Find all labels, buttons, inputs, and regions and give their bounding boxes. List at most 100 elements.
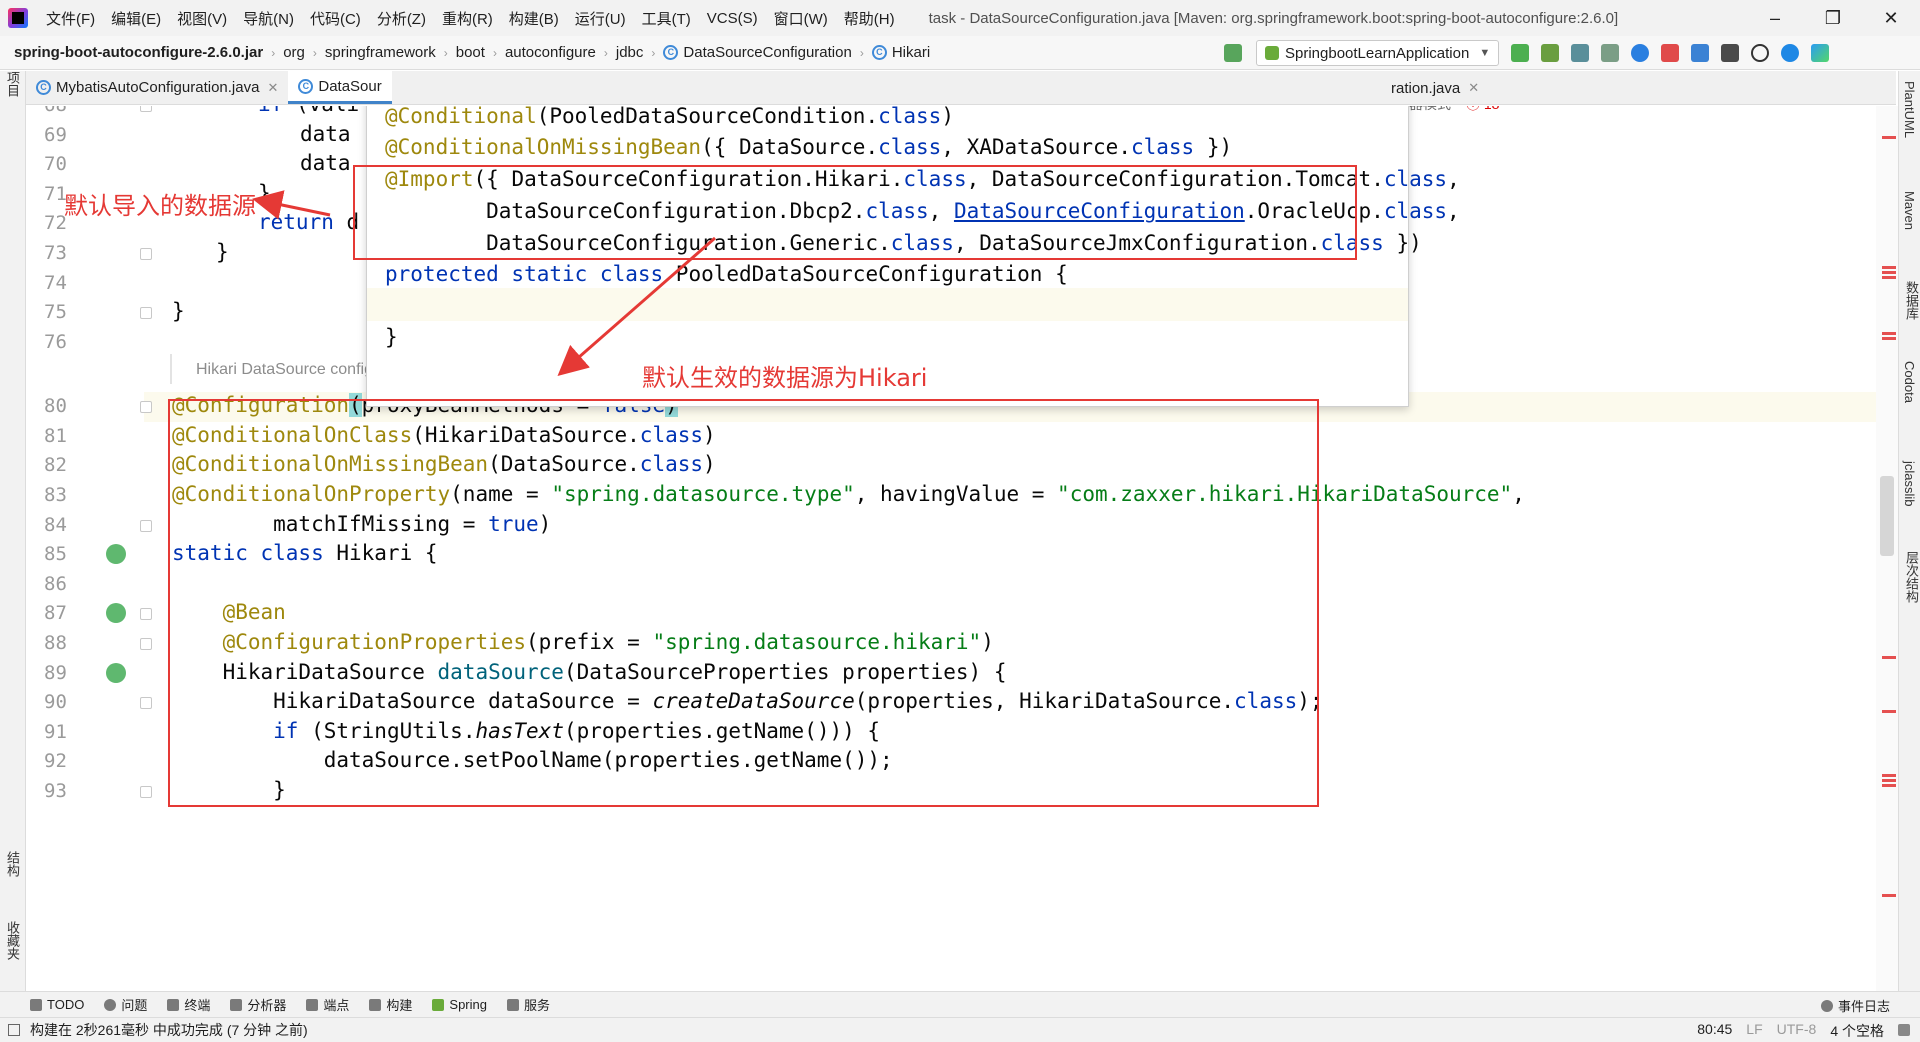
minimize-button[interactable]: – (1746, 0, 1804, 36)
hierarchy-tool-button[interactable]: 层次结构 (1902, 551, 1920, 603)
fold-marker[interactable] (140, 248, 152, 260)
error-stripe[interactable] (1882, 332, 1896, 335)
menu-analyze[interactable]: 分析(Z) (369, 8, 434, 29)
rerun-icon[interactable] (1511, 44, 1530, 62)
caret-position[interactable]: 80:45 (1697, 1021, 1732, 1041)
line-separator[interactable]: LF (1746, 1021, 1762, 1041)
event-log-button[interactable]: 事件日志 (1820, 996, 1890, 1015)
close-button[interactable]: ✕ (1862, 0, 1920, 36)
line-number: 73 (44, 242, 67, 264)
bean-gutter-icon[interactable] (106, 603, 126, 623)
fold-marker[interactable] (140, 608, 152, 620)
menu-tools[interactable]: 工具(T) (634, 8, 699, 29)
bean-gutter-icon[interactable] (106, 663, 126, 683)
error-stripe[interactable] (1882, 276, 1896, 279)
bean-gutter-icon[interactable] (106, 544, 126, 564)
fold-marker[interactable] (140, 520, 152, 532)
problems-indicator[interactable]: ⓘ 18 (1466, 106, 1499, 114)
menu-file[interactable]: 文件(F) (38, 8, 103, 29)
menu-vcs[interactable]: VCS(S) (699, 10, 766, 27)
error-stripe[interactable] (1882, 774, 1896, 777)
debug-icon[interactable] (1541, 44, 1560, 62)
breadcrumb-jar[interactable]: spring-boot-autoconfigure-2.6.0.jar (14, 44, 263, 61)
run-configuration-select[interactable]: SpringbootLearnApplication ▼ (1256, 40, 1500, 66)
stop-icon[interactable] (1661, 44, 1680, 62)
scroll-thumb[interactable] (1880, 476, 1894, 556)
fold-marker[interactable] (140, 638, 152, 650)
coverage-icon[interactable] (1571, 44, 1590, 62)
menu-window[interactable]: 窗口(W) (766, 8, 836, 29)
maximize-button[interactable]: ❐ (1804, 0, 1862, 36)
codota-tool-button[interactable]: Codota (1902, 361, 1917, 403)
services-tool-button[interactable]: 服务 (506, 995, 550, 1014)
error-stripe[interactable] (1882, 894, 1896, 897)
lock-icon[interactable] (1898, 1024, 1910, 1036)
menu-build[interactable]: 构建(B) (501, 8, 567, 29)
indent-setting[interactable]: 4 个空格 (1830, 1021, 1884, 1041)
breadcrumb-boot[interactable]: boot (456, 44, 485, 61)
terminal-tool-button[interactable]: 终端 (167, 995, 210, 1014)
error-stripe[interactable] (1882, 271, 1896, 274)
tab-partial[interactable]: ration.java ✕ (1381, 71, 1489, 105)
menu-navigate[interactable]: 导航(N) (235, 8, 302, 29)
code-line-68: if (vali (258, 106, 359, 116)
search-icon[interactable] (1751, 44, 1770, 62)
endpoints-tool-button[interactable]: 端点 (306, 995, 349, 1014)
error-stripe[interactable] (1882, 779, 1896, 782)
breadcrumb-jdbc[interactable]: jdbc (616, 44, 644, 61)
fold-marker[interactable] (140, 401, 152, 413)
breadcrumb-springframework[interactable]: springframework (325, 44, 436, 61)
error-stripe[interactable] (1882, 710, 1896, 713)
jetbrains-icon[interactable] (1811, 44, 1830, 62)
fold-marker[interactable] (140, 697, 152, 709)
chevron-up-icon[interactable]: ⌃ (1508, 106, 1520, 109)
database-tool-button[interactable]: 数据库 (1902, 281, 1920, 320)
tab-datasource-configuration[interactable]: C DataSour (288, 71, 392, 104)
menu-refactor[interactable]: 重构(R) (434, 8, 501, 29)
profile-icon[interactable] (1601, 44, 1620, 62)
menu-help[interactable]: 帮助(H) (836, 8, 903, 29)
menu-run[interactable]: 运行(U) (567, 8, 634, 29)
code-editor[interactable]: 68 69 70 71 72 73 74 75 76 80 81 82 83 8… (26, 106, 1886, 991)
menu-view[interactable]: 视图(V) (169, 8, 235, 29)
breadcrumb-inner-class[interactable]: C Hikari (871, 44, 930, 61)
error-stripe[interactable] (1882, 266, 1896, 269)
breadcrumb-class[interactable]: C DataSourceConfiguration (663, 44, 852, 61)
plantuml-tool-button[interactable]: PlantUML (1902, 81, 1917, 138)
maven-tool-button[interactable]: Maven (1902, 191, 1917, 230)
favorites-tool-button[interactable]: 收藏夹 (3, 921, 22, 960)
profiler-icon (230, 998, 243, 1011)
menu-edit[interactable]: 编辑(E) (103, 8, 169, 29)
error-stripe[interactable] (1882, 784, 1896, 787)
problems-tool-button[interactable]: 问题 (104, 995, 147, 1014)
close-icon[interactable]: ✕ (1468, 80, 1479, 96)
fold-marker[interactable] (140, 786, 152, 798)
chevron-down-icon[interactable]: ⌄ (1530, 106, 1542, 109)
build-hammer-icon[interactable] (1224, 44, 1242, 62)
todo-tool-button[interactable]: TODO (30, 997, 84, 1012)
menu-code[interactable]: 代码(C) (302, 8, 369, 29)
error-stripe[interactable] (1882, 656, 1896, 659)
structure-tool-button[interactable]: 结构 (3, 851, 22, 877)
tab-mybatis-autoconfiguration[interactable]: C MybatisAutoConfiguration.java ✕ (26, 71, 288, 104)
tool-label: 端点 (323, 998, 350, 1013)
editor-scrollbar[interactable] (1876, 106, 1898, 991)
error-stripe[interactable] (1882, 136, 1896, 139)
file-encoding[interactable]: UTF-8 (1777, 1021, 1817, 1041)
fold-marker[interactable] (140, 307, 152, 319)
error-stripe[interactable] (1882, 337, 1896, 340)
upload-icon[interactable] (1781, 44, 1800, 62)
profiler-tool-button[interactable]: 分析器 (230, 995, 286, 1014)
close-icon[interactable]: ✕ (267, 80, 278, 96)
spring-tool-button[interactable]: Spring (432, 997, 487, 1012)
fold-marker[interactable] (140, 106, 152, 112)
jclasslib-tool-button[interactable]: jclasslib (1902, 461, 1917, 507)
info-icon[interactable] (1631, 44, 1650, 62)
breadcrumb-org[interactable]: org (283, 44, 305, 61)
build-tool-button[interactable]: 构建 (369, 995, 412, 1014)
translate-icon[interactable] (1721, 44, 1740, 62)
project-tool-button[interactable]: 项目 (3, 71, 22, 97)
update-icon[interactable] (1691, 44, 1710, 62)
breadcrumb-autoconfigure[interactable]: autoconfigure (505, 44, 596, 61)
status-square-icon[interactable] (8, 1024, 20, 1036)
